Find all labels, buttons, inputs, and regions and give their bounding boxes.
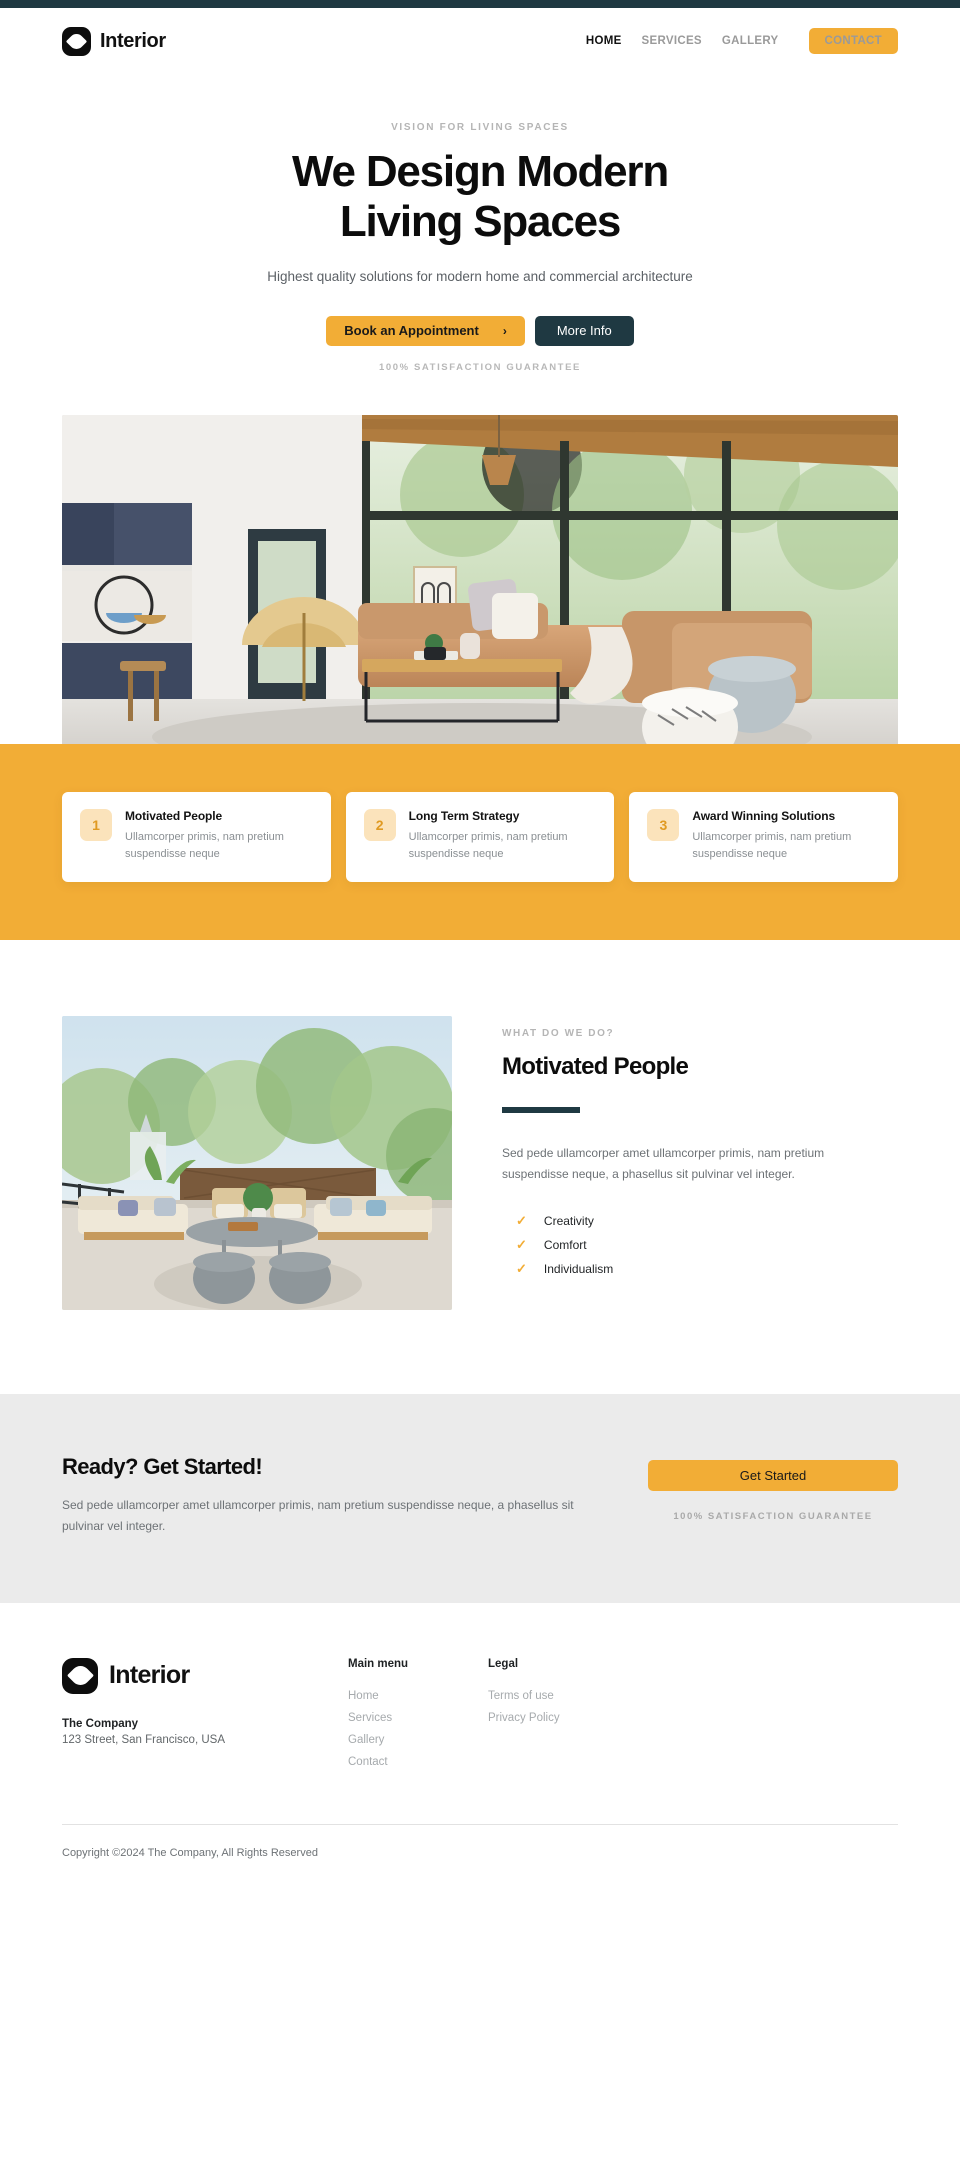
feature-title: Motivated People: [125, 808, 223, 823]
feature-card[interactable]: 1 Motivated People Ullamcorper primis, n…: [62, 791, 331, 882]
footer-column-legal: Legal Terms of use Privacy Policy: [488, 1658, 628, 1772]
nav-item-gallery[interactable]: GALLERY: [722, 35, 779, 47]
site-header: Interior HOME SERVICES GALLERY CONTACT: [0, 8, 960, 74]
checklist-label: Creativity: [543, 1213, 594, 1228]
about-title: Motivated People: [502, 1052, 689, 1080]
chevron-right-icon: ›: [502, 323, 507, 338]
interior-diamond-logo-icon: [62, 26, 91, 56]
landing-page: Interior HOME SERVICES GALLERY CONTACT V…: [0, 0, 960, 1897]
list-item: ✓ Individualism: [502, 1257, 898, 1281]
feature-card[interactable]: 2 Long Term Strategy Ullamcorper primis,…: [345, 791, 615, 882]
check-icon: ✓: [516, 1213, 527, 1229]
page-title: We Design Modern Living Spaces: [0, 147, 960, 247]
copyright-text: Copyright ©2024 The Company, All Rights …: [62, 1846, 318, 1859]
footer-link-home[interactable]: Home: [348, 1690, 379, 1702]
hero-title-line-1: We Design Modern: [291, 147, 669, 196]
about-text: Sed pede ullamcorper amet ullamcorper pr…: [502, 1145, 825, 1181]
list-item: Gallery: [348, 1728, 488, 1750]
hero-image: [62, 414, 898, 755]
list-item: Home: [348, 1684, 488, 1706]
feature-card[interactable]: 3 Award Winning Solutions Ullamcorper pr…: [629, 791, 899, 882]
about-body: WHAT DO WE DO? Motivated People Sed pede…: [502, 1016, 898, 1281]
feature-description: Ullamcorper primis, nam pretium suspendi…: [125, 830, 284, 860]
book-appointment-button[interactable]: Book an Appointment ›: [326, 315, 525, 346]
list-item: ✓ Comfort: [502, 1233, 898, 1257]
about-checklist: ✓ Creativity ✓ Comfort ✓ Individualism: [502, 1209, 898, 1281]
site-footer: Interior The Company 123 Street, San Fra…: [0, 1602, 960, 1897]
hero-guarantee-text: 100% SATISFACTION GUARANTEE: [379, 361, 581, 373]
feature-number-badge: 1: [80, 808, 112, 841]
footer-brand-name: Interior: [109, 1661, 190, 1690]
nav-item-home[interactable]: HOME: [586, 35, 622, 47]
footer-address: 123 Street, San Francisco, USA: [62, 1733, 225, 1746]
footer-row: Interior The Company 123 Street, San Fra…: [62, 1657, 898, 1772]
main-navigation: HOME SERVICES GALLERY CONTACT: [586, 28, 898, 54]
hero-title-line-2: Living Spaces: [339, 197, 621, 247]
interior-diamond-logo-icon: [62, 1657, 98, 1694]
about-eyebrow: WHAT DO WE DO?: [502, 1027, 615, 1039]
get-started-button[interactable]: Get Started: [648, 1459, 898, 1491]
checklist-label: Comfort: [543, 1237, 587, 1252]
feature-description: Ullamcorper primis, nam pretium suspendi…: [408, 830, 568, 860]
feature-number-badge: 2: [363, 808, 396, 841]
about-row: WHAT DO WE DO? Motivated People Sed pede…: [62, 1015, 898, 1310]
about-image: [62, 1015, 452, 1310]
cta-copy: Ready? Get Started! Sed pede ullamcorper…: [62, 1454, 610, 1537]
brand-logo-link[interactable]: Interior: [62, 26, 166, 56]
footer-column-title: Legal: [488, 1657, 519, 1670]
cta-action: Get Started 100% SATISFACTION GUARANTEE: [648, 1454, 898, 1522]
hero-actions: Book an Appointment › More Info: [0, 315, 960, 346]
contact-button[interactable]: CONTACT: [808, 28, 898, 54]
title-underline-rule: [502, 1106, 580, 1113]
feature-title: Award Winning Solutions: [692, 808, 836, 823]
hero-subtitle: Highest quality solutions for modern hom…: [267, 269, 693, 285]
check-icon: ✓: [516, 1237, 527, 1253]
footer-column-title: Main menu: [348, 1657, 409, 1670]
footer-link-gallery[interactable]: Gallery: [348, 1734, 384, 1746]
footer-brand-logo-link[interactable]: Interior: [62, 1657, 348, 1694]
feature-number-badge: 3: [647, 808, 680, 841]
more-info-button[interactable]: More Info: [534, 315, 634, 346]
feature-description: Ullamcorper primis, nam pretium suspendi…: [692, 830, 852, 860]
features-band: 1 Motivated People Ullamcorper primis, n…: [0, 743, 960, 940]
list-item: Privacy Policy: [488, 1706, 628, 1728]
hero-eyebrow: VISION FOR LIVING SPACES: [391, 122, 569, 133]
footer-company-name: The Company: [62, 1717, 139, 1730]
hero-section: VISION FOR LIVING SPACES We Design Moder…: [0, 74, 960, 755]
footer-brand-block: Interior The Company 123 Street, San Fra…: [62, 1657, 348, 1772]
list-item: Services: [348, 1706, 488, 1728]
list-item: Terms of use: [488, 1684, 628, 1706]
book-appointment-label: Book an Appointment: [344, 323, 479, 339]
list-item: Contact: [348, 1750, 488, 1772]
footer-column-main-menu: Main menu Home Services Gallery Contact: [348, 1658, 488, 1772]
checklist-label: Individualism: [543, 1261, 614, 1276]
feature-title: Long Term Strategy: [408, 808, 520, 823]
top-accent-bar: [0, 0, 960, 8]
brand-name: Interior: [100, 29, 166, 52]
footer-link-contact[interactable]: Contact: [348, 1756, 388, 1768]
check-icon: ✓: [516, 1261, 527, 1277]
footer-link-privacy[interactable]: Privacy Policy: [488, 1712, 560, 1724]
cta-row: Ready? Get Started! Sed pede ullamcorper…: [62, 1454, 898, 1537]
cta-text: Sed pede ullamcorper amet ullamcorper pr…: [62, 1497, 574, 1533]
about-section: WHAT DO WE DO? Motivated People Sed pede…: [0, 939, 960, 1394]
footer-link-terms[interactable]: Terms of use: [488, 1690, 554, 1702]
features-row: 1 Motivated People Ullamcorper primis, n…: [62, 791, 899, 882]
cta-guarantee-text: 100% SATISFACTION GUARANTEE: [673, 1510, 873, 1522]
cta-title: Ready? Get Started!: [62, 1453, 263, 1479]
nav-item-services[interactable]: SERVICES: [642, 35, 702, 47]
footer-link-services[interactable]: Services: [348, 1712, 392, 1724]
get-started-section: Ready? Get Started! Sed pede ullamcorper…: [0, 1393, 960, 1603]
list-item: ✓ Creativity: [502, 1209, 898, 1233]
